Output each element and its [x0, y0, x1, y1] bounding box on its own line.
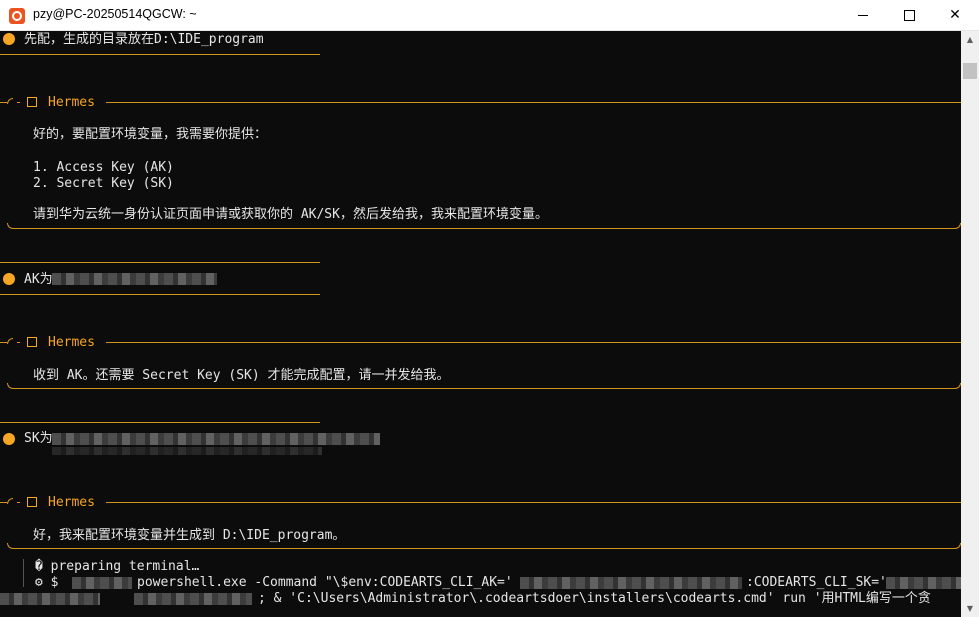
panel-bottom-border [13, 548, 955, 549]
user-bullet-icon [3, 33, 15, 45]
panel-top-border [106, 102, 961, 103]
assistant-name: Hermes [48, 335, 95, 350]
assistant-list-item: 2. Secret Key (SK) [33, 176, 174, 191]
tool-output-bar [23, 559, 24, 587]
panel-bottom-border [13, 388, 955, 389]
panel-corner [7, 338, 13, 344]
panel-top-border [0, 102, 7, 103]
divider [0, 422, 320, 423]
scroll-up-icon[interactable]: ▲ [961, 31, 979, 48]
assistant-list-item: 1. Access Key (AK) [33, 160, 174, 175]
panel-top-border [106, 502, 961, 503]
terminal-output[interactable]: 先配，生成的目录放在D:\IDE_program Hermes 好的，要配置环境… [0, 31, 961, 617]
divider [0, 294, 320, 295]
assistant-checkbox-icon [27, 337, 37, 347]
redacted-ak [520, 577, 742, 589]
panel-corner [7, 98, 13, 104]
assistant-name: Hermes [48, 495, 95, 510]
tool-command-prefix: ⚙ $ [35, 575, 59, 590]
terminal-window: pzy@PC-20250514QGCW: ~ ✕ 先配，生成的目录放在D:\ID… [0, 0, 979, 617]
window-title: pzy@PC-20250514QGCW: ~ [33, 7, 197, 21]
tool-command-line: powershell.exe -Command "\$env:CODEARTS_… [137, 575, 513, 590]
close-button[interactable]: ✕ [932, 0, 978, 30]
user-bullet-icon [3, 433, 15, 445]
redacted-sk [134, 593, 252, 605]
redacted-text [72, 577, 132, 589]
panel-top-border [17, 502, 20, 503]
assistant-text: 好，我来配置环境变量并生成到 D:\IDE_program。 [33, 528, 346, 543]
maximize-icon [903, 9, 915, 21]
tool-command-line: ; & 'C:\Users\Administrator\.codeartsdoe… [258, 591, 931, 606]
user-bullet-icon [3, 273, 15, 285]
assistant-text: 好的，要配置环境变量，我需要你提供： [33, 127, 268, 142]
vertical-scrollbar[interactable]: ▲ ▼ [961, 31, 979, 617]
scroll-down-icon[interactable]: ▼ [961, 600, 979, 617]
redacted-text [0, 593, 100, 605]
panel-top-border [0, 342, 7, 343]
redacted-ak [52, 273, 217, 285]
panel-bottom-border [13, 228, 955, 229]
redacted-sk [52, 433, 380, 445]
assistant-checkbox-icon [27, 97, 37, 107]
assistant-text: 收到 AK。还需要 Secret Key (SK) 才能完成配置，请一并发给我。 [33, 368, 450, 383]
redacted-sk [52, 447, 322, 455]
assistant-text: 请到华为云统一身份认证页面申请或获取你的 AK/SK，然后发给我，我来配置环境变… [33, 207, 548, 222]
user-message-1: 先配，生成的目录放在D:\IDE_program [24, 32, 264, 47]
redacted-sk [886, 577, 961, 589]
panel-corner [7, 498, 13, 504]
minimize-button[interactable] [840, 0, 886, 30]
scroll-thumb[interactable] [963, 63, 977, 79]
title-bar[interactable]: pzy@PC-20250514QGCW: ~ ✕ [0, 0, 979, 31]
assistant-name: Hermes [48, 95, 95, 110]
user-message-3: SK为 [24, 431, 53, 446]
divider [0, 262, 320, 263]
minimize-icon [858, 14, 868, 16]
panel-top-border [17, 102, 20, 103]
maximize-button[interactable] [886, 0, 932, 30]
tool-status: � preparing terminal… [35, 559, 200, 574]
user-message-2: AK为 [24, 272, 53, 287]
ubuntu-icon [9, 8, 25, 24]
panel-top-border [17, 342, 20, 343]
panel-top-border [0, 502, 7, 503]
assistant-checkbox-icon [27, 497, 37, 507]
divider [0, 54, 320, 55]
tool-command-line: :CODEARTS_CLI_SK=' [746, 575, 887, 590]
close-icon: ✕ [949, 7, 961, 23]
panel-top-border [106, 342, 961, 343]
